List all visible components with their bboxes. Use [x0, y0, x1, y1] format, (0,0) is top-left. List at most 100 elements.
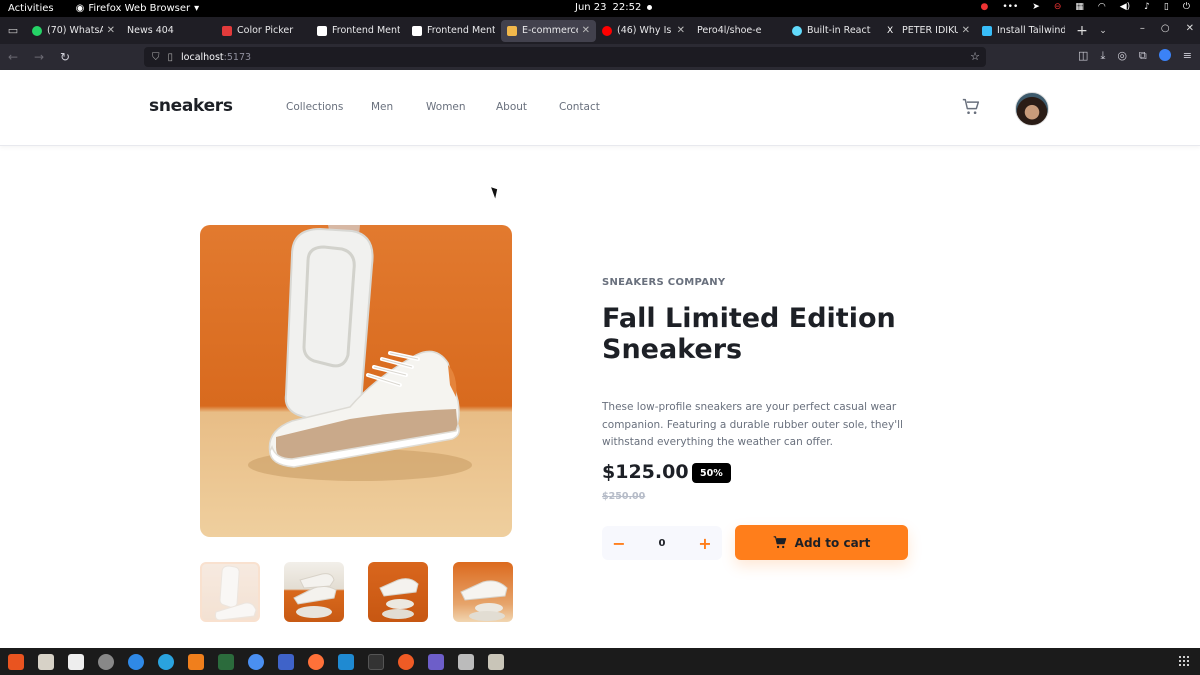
postman-icon[interactable] [398, 653, 414, 670]
product-thumbnail[interactable] [200, 562, 260, 622]
app-menu-label: Firefox Web Browser [88, 3, 191, 14]
browser-tab[interactable]: X PETER IDIKU ✕ [881, 20, 976, 42]
pocket-icon[interactable]: ◫ [1078, 49, 1088, 63]
browser-tab[interactable]: (70) WhatsApp ✕ [26, 20, 121, 42]
product-thumbnail[interactable] [284, 562, 344, 622]
text-editor-icon[interactable] [68, 653, 84, 670]
page-info-icon[interactable]: ▯ [168, 52, 174, 63]
app-menu[interactable]: ◉ Firefox Web Browser ▾ [76, 3, 200, 14]
layout-icon[interactable]: ▦ [1075, 2, 1084, 12]
tab-overview-icon[interactable]: ▭ [0, 24, 26, 37]
telegram-icon[interactable]: ➤ [1032, 2, 1040, 12]
blocked-icon[interactable]: ⊖ [1054, 2, 1062, 12]
screenshot-icon[interactable] [458, 653, 474, 670]
volume-icon[interactable]: ◀) [1120, 2, 1130, 12]
tab-title: E-commerce [522, 25, 578, 36]
app-center-icon[interactable] [8, 653, 24, 670]
browser-tab[interactable]: Frontend Mentor [406, 20, 501, 42]
shield-icon[interactable]: ⛉ [152, 52, 160, 63]
wifi-icon[interactable]: ◠ [1098, 2, 1106, 12]
browser-tab[interactable]: Pero4l/shoe-e [691, 20, 786, 42]
quantity-stepper: − 0 + [602, 526, 722, 560]
document-viewer-icon[interactable] [278, 653, 294, 670]
reload-icon[interactable]: ↻ [52, 50, 78, 64]
files-icon[interactable] [38, 653, 54, 670]
avatar[interactable] [1015, 92, 1049, 126]
activities-button[interactable]: Activities [8, 3, 54, 14]
new-tab-icon[interactable]: + [1071, 23, 1093, 39]
record-icon[interactable]: ● [980, 2, 988, 12]
tab-favicon-icon [412, 25, 422, 36]
bookmark-star-icon[interactable]: ☆ [970, 50, 980, 63]
discount-badge: 50% [692, 463, 731, 483]
firefox-icon: ◉ [75, 3, 85, 14]
increase-quantity-button[interactable]: + [698, 534, 712, 553]
vscode-icon[interactable] [338, 653, 354, 670]
account-icon[interactable]: ◎ [1117, 49, 1127, 63]
vlc-icon[interactable] [188, 653, 204, 670]
product-thumbnail[interactable] [453, 562, 513, 622]
list-tabs-icon[interactable]: ⌄ [1093, 26, 1113, 36]
terminal-app-icon[interactable] [218, 653, 234, 670]
add-to-cart-button[interactable]: Add to cart [735, 525, 908, 560]
tab-favicon-icon [222, 25, 232, 36]
original-price: $250.00 [602, 491, 646, 502]
current-price: $125.00 [602, 461, 689, 483]
download-icon[interactable]: ⤓ [1100, 49, 1105, 63]
nav-link-men[interactable]: Men [371, 101, 426, 113]
tab-favicon-icon [317, 25, 327, 36]
terminal-icon[interactable] [368, 653, 384, 670]
notes-icon[interactable] [488, 653, 504, 670]
product-thumbnail[interactable] [368, 562, 428, 622]
close-tab-icon[interactable]: ✕ [107, 25, 115, 36]
telegram-app-icon[interactable] [158, 653, 174, 670]
more-icon[interactable]: ••• [1002, 2, 1018, 12]
system-top-bar: Activities ◉ Firefox Web Browser ▾ Jun 2… [0, 0, 1200, 17]
clock[interactable]: Jun 23 22:52 [575, 2, 653, 13]
decrease-quantity-button[interactable]: − [612, 534, 626, 553]
nav-link-women[interactable]: Women [426, 101, 496, 113]
profile-icon[interactable] [1158, 49, 1171, 61]
close-tab-icon[interactable]: ✕ [962, 25, 970, 36]
nav-link-collections[interactable]: Collections [286, 101, 371, 113]
mic-icon[interactable]: ♪ [1144, 2, 1150, 12]
tab-title: Color Picker [237, 25, 294, 36]
close-tab-icon[interactable]: ✕ [582, 25, 590, 36]
browser-tab[interactable]: Built-in React [786, 20, 881, 42]
clock-date: Jun 23 [575, 2, 607, 13]
close-tab-icon[interactable]: ✕ [677, 25, 685, 36]
browser-tab[interactable]: Color Picker [216, 20, 311, 42]
extensions-icon[interactable]: ⧉ [1139, 49, 1147, 63]
browser-tab[interactable]: (46) Why Is A ✕ [596, 20, 691, 42]
browser-tab-active[interactable]: E-commerce ✕ [501, 19, 596, 42]
disk-icon[interactable] [98, 653, 114, 670]
nav-link-contact[interactable]: Contact [559, 101, 600, 113]
browser-tab[interactable]: Install Tailwind [976, 20, 1071, 42]
help-icon[interactable] [128, 653, 144, 670]
logo[interactable]: sneakers [149, 96, 233, 116]
battery-icon[interactable]: ▯ [1164, 2, 1169, 12]
show-apps-icon[interactable] [1178, 655, 1190, 667]
browser-tab[interactable]: News 404 [121, 20, 216, 42]
restore-icon[interactable]: ○ [1161, 23, 1170, 34]
power-icon[interactable]: ⏻ [1183, 2, 1190, 12]
firefox-dock-icon[interactable] [308, 653, 324, 670]
thumbnail-image [460, 580, 508, 621]
address-bar[interactable]: ⛉ ▯ localhost:5173 ☆ [144, 47, 986, 67]
tab-favicon-icon [982, 25, 992, 36]
forward-icon[interactable]: → [26, 50, 52, 64]
chrome-icon[interactable] [248, 653, 264, 670]
browser-tab[interactable]: Frontend Mentor [311, 20, 406, 42]
minimize-icon[interactable]: – [1140, 23, 1145, 34]
close-window-icon[interactable]: ✕ [1186, 23, 1194, 34]
product-description: These low-profile sneakers are your perf… [602, 401, 903, 448]
thumbnail-image [215, 565, 257, 620]
menu-icon[interactable]: ≡ [1183, 49, 1192, 63]
cart-icon[interactable] [962, 98, 980, 116]
back-icon[interactable]: ← [0, 50, 26, 64]
system-tray[interactable]: ● ••• ➤ ⊖ ▦ ◠ ◀) ♪ ▯ ⏻ [980, 2, 1190, 12]
color-picker-icon[interactable] [428, 653, 444, 670]
thumbnail-image [379, 578, 419, 619]
product-main-image[interactable] [200, 225, 512, 537]
nav-link-about[interactable]: About [496, 101, 559, 113]
